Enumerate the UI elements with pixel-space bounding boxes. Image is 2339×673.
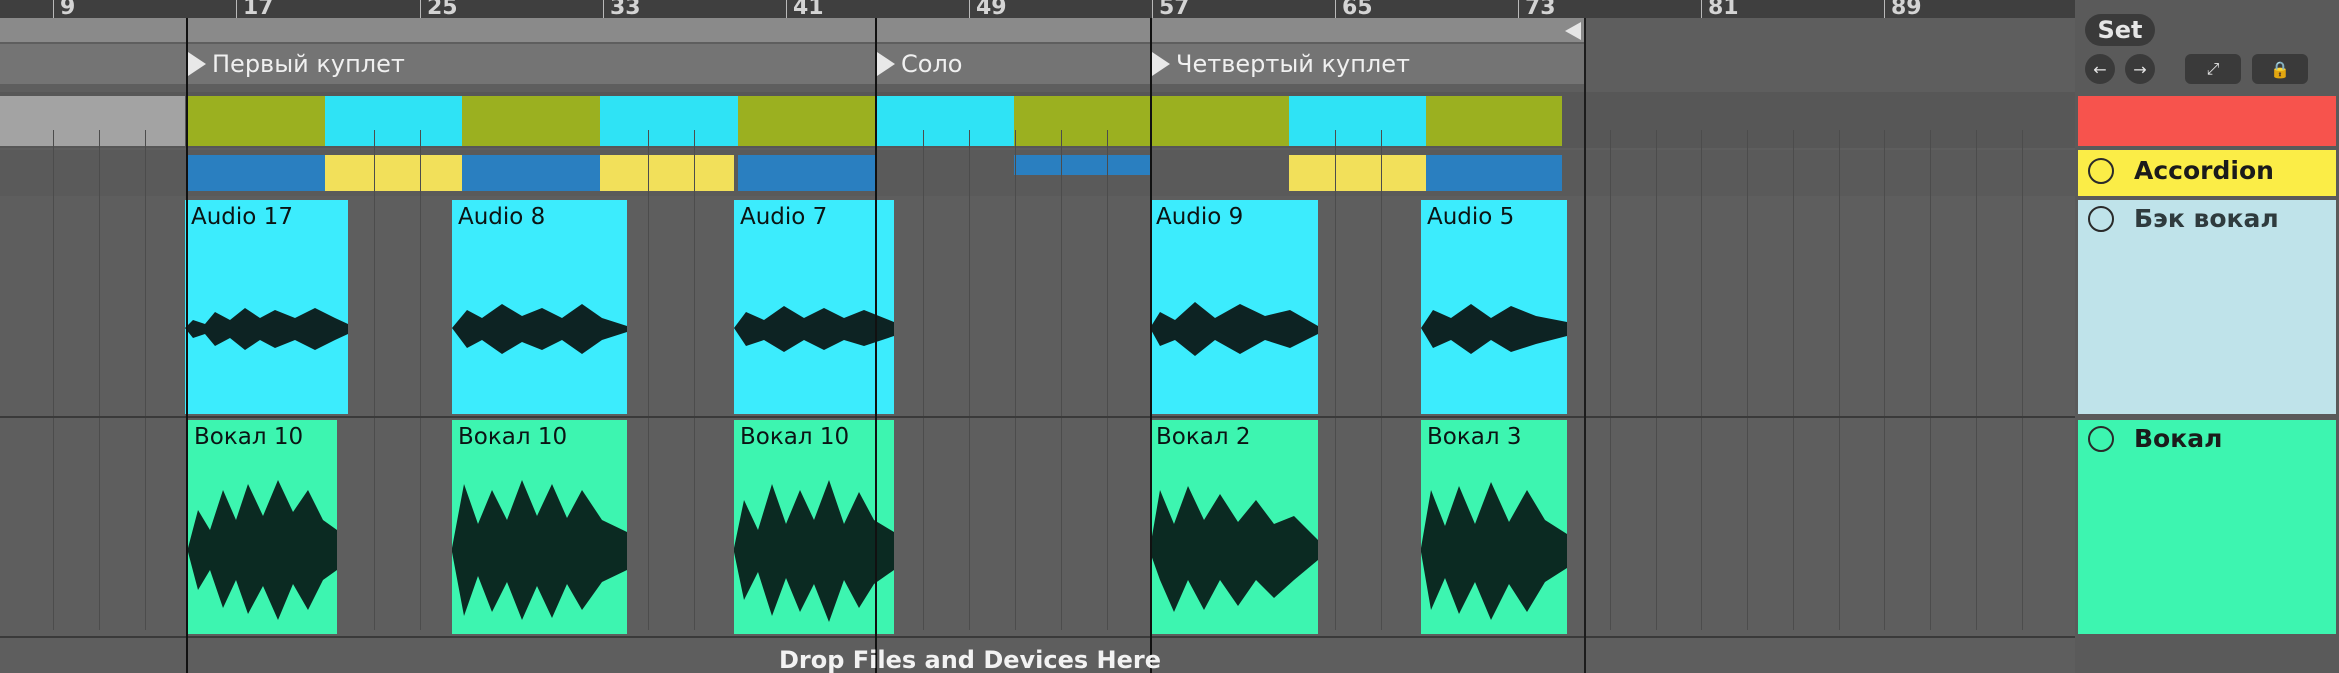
- clip-olive[interactable]: [1014, 96, 1152, 146]
- locator-fourth-verse[interactable]: Четвертый куплет: [1152, 44, 1410, 84]
- clip-blue[interactable]: [1014, 155, 1152, 175]
- ruler-mark: 49: [976, 0, 1007, 20]
- menu-icon[interactable]: [2088, 158, 2114, 184]
- ruler-mark: 65: [1342, 0, 1373, 20]
- audio-clip[interactable]: Audio 7: [734, 200, 894, 414]
- waveform: [1150, 302, 1318, 356]
- waveform: [452, 480, 627, 620]
- locator-line: [1150, 18, 1152, 673]
- ruler-mark: 73: [1525, 0, 1556, 20]
- clip-yellow[interactable]: [1289, 155, 1426, 191]
- locator-line: [875, 18, 877, 673]
- locator-first-verse[interactable]: Первый куплет: [188, 44, 405, 84]
- clip-cyan[interactable]: [325, 96, 462, 146]
- waveform: [1150, 486, 1318, 612]
- clip-cyan[interactable]: [1289, 96, 1426, 146]
- play-triangle-icon: [1152, 52, 1170, 76]
- audio-clip[interactable]: Audio 17: [185, 200, 348, 414]
- drop-zone-label: Drop Files and Devices Here: [778, 646, 1162, 673]
- audio-clip[interactable]: Вокал 2: [1150, 420, 1318, 634]
- ruler-mark: 57: [1159, 0, 1190, 20]
- locator-label: Первый куплет: [212, 50, 405, 78]
- ruler-mark: 41: [793, 0, 824, 20]
- fold-chevron-icon[interactable]: [2088, 206, 2114, 232]
- audio-clip[interactable]: Вокал 10: [452, 420, 627, 634]
- clip-blue[interactable]: [462, 155, 600, 191]
- beat-ruler[interactable]: 9 17 25 33 41 49 57 65 73 81 89: [0, 0, 2075, 20]
- ruler-mark: 25: [427, 0, 458, 20]
- ruler-mark: 33: [610, 0, 641, 20]
- audio-clip[interactable]: Вокал 10: [188, 420, 337, 634]
- waveform: [185, 308, 348, 350]
- clip-cyan[interactable]: [600, 96, 738, 146]
- track-name: Бэк вокал: [2134, 204, 2279, 233]
- waveform: [452, 304, 627, 354]
- play-triangle-icon: [188, 52, 206, 76]
- play-triangle-icon: [877, 52, 895, 76]
- loop-end-marker-icon[interactable]: [1565, 22, 1581, 40]
- audio-clip[interactable]: Audio 8: [452, 200, 627, 414]
- ruler-mark: 89: [1891, 0, 1922, 20]
- track-header-vocal[interactable]: Вокал: [2078, 420, 2336, 634]
- clip-yellow[interactable]: [600, 155, 734, 191]
- loop-end-line: [1584, 18, 1586, 673]
- waveform: [188, 480, 337, 620]
- track-header-back-vocal[interactable]: Бэк вокал: [2078, 200, 2336, 414]
- clip-olive[interactable]: [1426, 96, 1562, 146]
- clip-blue[interactable]: [738, 155, 877, 191]
- audio-clip[interactable]: Вокал 10: [734, 420, 894, 634]
- track-name: Вокал: [2134, 424, 2223, 453]
- forward-arrow-icon[interactable]: →: [2125, 54, 2155, 84]
- set-button[interactable]: Set: [2085, 14, 2155, 46]
- waveform: [734, 480, 894, 622]
- clip-blue[interactable]: [1426, 155, 1562, 191]
- loop-brace[interactable]: [0, 18, 1585, 42]
- clip-olive[interactable]: [738, 96, 877, 146]
- waveform: [1421, 304, 1567, 354]
- track-header-red[interactable]: [2078, 96, 2336, 146]
- clip-blue[interactable]: [188, 155, 325, 191]
- expand-icon[interactable]: ⤢: [2185, 54, 2241, 84]
- back-arrow-icon[interactable]: ←: [2085, 54, 2115, 84]
- waveform: [734, 306, 894, 352]
- locator-label: Четвертый куплет: [1176, 50, 1410, 78]
- clip-yellow[interactable]: [325, 155, 462, 191]
- ruler-mark: 81: [1708, 0, 1739, 20]
- locator-label: Соло: [901, 50, 963, 78]
- lock-icon[interactable]: 🔒: [2252, 54, 2308, 84]
- track-name: Accordion: [2134, 156, 2274, 185]
- audio-clip[interactable]: Audio 5: [1421, 200, 1567, 414]
- fold-chevron-icon[interactable]: [2088, 426, 2114, 452]
- audio-clip[interactable]: Audio 9: [1150, 200, 1318, 414]
- clip-cyan[interactable]: [877, 96, 1014, 146]
- ruler-mark: 9: [60, 0, 76, 20]
- ruler-mark: 17: [243, 0, 274, 20]
- clip-olive[interactable]: [462, 96, 600, 146]
- audio-clip[interactable]: Вокал 3: [1421, 420, 1567, 634]
- track-header-accordion[interactable]: Accordion: [2078, 150, 2336, 196]
- clip-olive[interactable]: [188, 96, 325, 146]
- locator-solo[interactable]: Соло: [877, 44, 962, 84]
- waveform: [1421, 482, 1567, 620]
- locator-line: [186, 18, 188, 673]
- clip-gray[interactable]: [0, 96, 185, 146]
- arrangement-view: 9 17 25 33 41 49 57 65 73 81 89 Первый к…: [0, 0, 2339, 673]
- clip-olive[interactable]: [1152, 96, 1289, 146]
